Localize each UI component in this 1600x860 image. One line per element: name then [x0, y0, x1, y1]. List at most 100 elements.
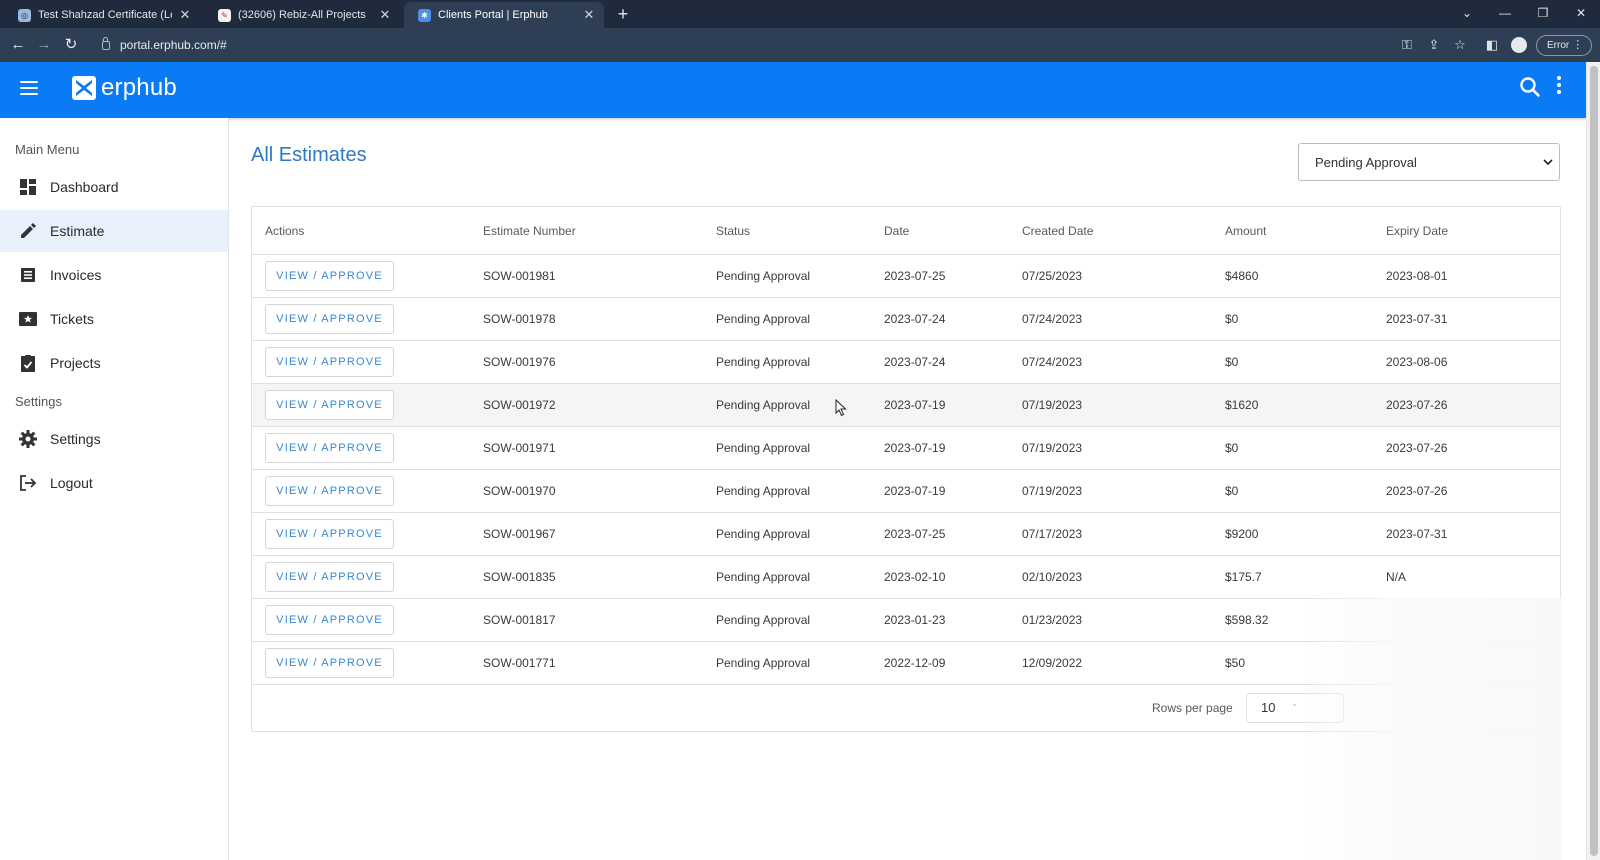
status-cell: Pending Approval: [716, 269, 811, 283]
ticket-icon: [18, 309, 38, 329]
bookmark-star-icon[interactable]: ☆: [1451, 36, 1469, 54]
table-row: VIEW / APPROVE SOW-001971 Pending Approv…: [252, 427, 1560, 470]
amount-cell: $1620: [1225, 398, 1259, 412]
profile-error-badge[interactable]: Error ⋮: [1536, 35, 1593, 56]
erphub-logo[interactable]: erphub: [71, 74, 177, 102]
status-filter-select[interactable]: Pending Approval: [1298, 143, 1560, 181]
sidebar-item-projects[interactable]: Projects: [0, 342, 228, 384]
dashboard-icon: [18, 177, 38, 197]
table-row: VIEW / APPROVE SOW-001835 Pending Approv…: [252, 556, 1560, 599]
tab-close-icon[interactable]: ✕: [582, 7, 596, 23]
back-arrow-icon[interactable]: ←: [8, 35, 28, 55]
created-date-cell: 07/24/2023: [1022, 355, 1083, 369]
more-options-icon[interactable]: [1554, 76, 1564, 100]
view-approve-button[interactable]: VIEW / APPROVE: [265, 562, 394, 592]
browser-menu-icon[interactable]: ⋮: [1572, 36, 1583, 55]
column-header-estimate-number[interactable]: Estimate Number: [483, 224, 576, 238]
search-icon[interactable]: [1517, 74, 1543, 100]
expiry-date-cell: 2023-07-31: [1386, 312, 1448, 326]
reload-icon[interactable]: ↻: [61, 35, 81, 55]
view-approve-button[interactable]: VIEW / APPROVE: [265, 304, 394, 334]
table-row: VIEW / APPROVE SOW-001967 Pending Approv…: [252, 513, 1560, 556]
view-approve-button[interactable]: VIEW / APPROVE: [265, 390, 394, 420]
sidebar-item-dashboard[interactable]: Dashboard: [0, 166, 228, 208]
view-approve-button[interactable]: VIEW / APPROVE: [265, 648, 394, 678]
scrollbar-thumb[interactable]: [1590, 66, 1598, 856]
address-bar[interactable]: portal.erphub.com/#: [94, 33, 1384, 57]
date-cell: 2023-07-24: [884, 355, 946, 369]
column-header-status[interactable]: Status: [716, 224, 750, 238]
browser-tab-active[interactable]: ✱ Clients Portal | Erphub ✕: [404, 2, 604, 28]
key-icon[interactable]: ⚿: [1398, 36, 1416, 54]
amount-cell: $0: [1225, 484, 1239, 498]
estimate-number-cell: SOW-001970: [483, 484, 556, 498]
expiry-date-cell: 2023-07-26: [1386, 484, 1448, 498]
estimate-number-cell: SOW-001981: [483, 269, 556, 283]
profile-avatar-icon[interactable]: [1510, 36, 1528, 54]
column-header-expiry-date[interactable]: Expiry Date: [1386, 224, 1448, 238]
view-approve-button[interactable]: VIEW / APPROVE: [265, 261, 394, 291]
pencil-icon: [18, 221, 38, 241]
sidebar-item-tickets[interactable]: Tickets: [0, 298, 228, 340]
app-header: erphub: [0, 62, 1586, 118]
share-icon[interactable]: ⇪: [1425, 36, 1443, 54]
sidebar-item-logout[interactable]: Logout: [0, 462, 228, 504]
tab-favicon-icon: ◎: [18, 8, 31, 22]
sidebar-item-estimate[interactable]: Estimate: [0, 210, 228, 252]
browser-tab[interactable]: ◎ Test Shahzad Certificate (Legal C ✕: [4, 2, 200, 28]
created-date-cell: 07/24/2023: [1022, 312, 1083, 326]
profile-error-text: Error: [1547, 40, 1570, 51]
lock-icon: [102, 36, 110, 50]
logout-icon: [18, 473, 38, 493]
created-date-cell: 12/09/2022: [1022, 656, 1083, 670]
browser-toolbar: ← → ↻ portal.erphub.com/# ⚿ ⇪ ☆ ◧ Error …: [0, 28, 1600, 62]
close-window-icon[interactable]: ✕: [1562, 0, 1600, 28]
side-panel-icon[interactable]: ◧: [1483, 36, 1501, 54]
tab-title: Clients Portal | Erphub: [438, 9, 548, 21]
tab-favicon-icon: ✎: [218, 8, 231, 22]
view-approve-button[interactable]: VIEW / APPROVE: [265, 347, 394, 377]
estimate-number-cell: SOW-001976: [483, 355, 556, 369]
status-cell: Pending Approval: [716, 484, 811, 498]
settings-section-label: Settings: [15, 394, 62, 409]
chevron-down-icon: ˇ: [1293, 703, 1296, 713]
gear-icon: [18, 429, 38, 449]
expiry-date-cell: 2023-07-31: [1386, 527, 1448, 541]
expiry-date-cell: N/A: [1386, 570, 1407, 584]
view-approve-button[interactable]: VIEW / APPROVE: [265, 605, 394, 635]
column-header-amount[interactable]: Amount: [1225, 224, 1266, 238]
tab-title: (32606) Rebiz-All Projects: [238, 9, 366, 21]
sidebar-item-label: Projects: [50, 355, 101, 371]
restore-window-icon[interactable]: ❐: [1524, 0, 1562, 28]
estimate-number-cell: SOW-001817: [483, 613, 556, 627]
view-approve-button[interactable]: VIEW / APPROVE: [265, 433, 394, 463]
status-filter-value: Pending Approval: [1315, 154, 1417, 170]
chevron-down-icon: [1543, 159, 1553, 166]
created-date-cell: 02/10/2023: [1022, 570, 1083, 584]
estimate-number-cell: SOW-001771: [483, 656, 556, 670]
minimize-window-icon[interactable]: —: [1486, 0, 1524, 28]
table-row: VIEW / APPROVE SOW-001978 Pending Approv…: [252, 298, 1560, 341]
sidebar-item-invoices[interactable]: Invoices: [0, 254, 228, 296]
date-cell: 2023-02-10: [884, 570, 946, 584]
browser-tab[interactable]: ✎ (32606) Rebiz-All Projects ✕: [204, 2, 400, 28]
status-cell: Pending Approval: [716, 441, 811, 455]
new-tab-button[interactable]: +: [612, 4, 634, 24]
table-header-row: Actions Estimate Number Status Date Crea…: [252, 207, 1560, 255]
page-scrollbar[interactable]: [1586, 62, 1600, 860]
tab-close-icon[interactable]: ✕: [378, 7, 392, 23]
column-header-date[interactable]: Date: [884, 224, 909, 238]
amount-cell: $4860: [1225, 269, 1259, 283]
tab-close-icon[interactable]: ✕: [178, 7, 192, 23]
created-date-cell: 07/17/2023: [1022, 527, 1083, 541]
view-approve-button[interactable]: VIEW / APPROVE: [265, 476, 394, 506]
tab-search-icon[interactable]: ⌄: [1448, 0, 1486, 28]
column-header-created-date[interactable]: Created Date: [1022, 224, 1093, 238]
tab-title: Test Shahzad Certificate (Legal C: [38, 9, 172, 21]
forward-arrow-icon[interactable]: →: [34, 35, 54, 55]
sidebar-item-label: Settings: [50, 431, 101, 447]
hamburger-menu-icon[interactable]: [20, 81, 38, 95]
rows-per-page-value: 10: [1261, 700, 1276, 715]
sidebar-item-settings[interactable]: Settings: [0, 418, 228, 460]
view-approve-button[interactable]: VIEW / APPROVE: [265, 519, 394, 549]
